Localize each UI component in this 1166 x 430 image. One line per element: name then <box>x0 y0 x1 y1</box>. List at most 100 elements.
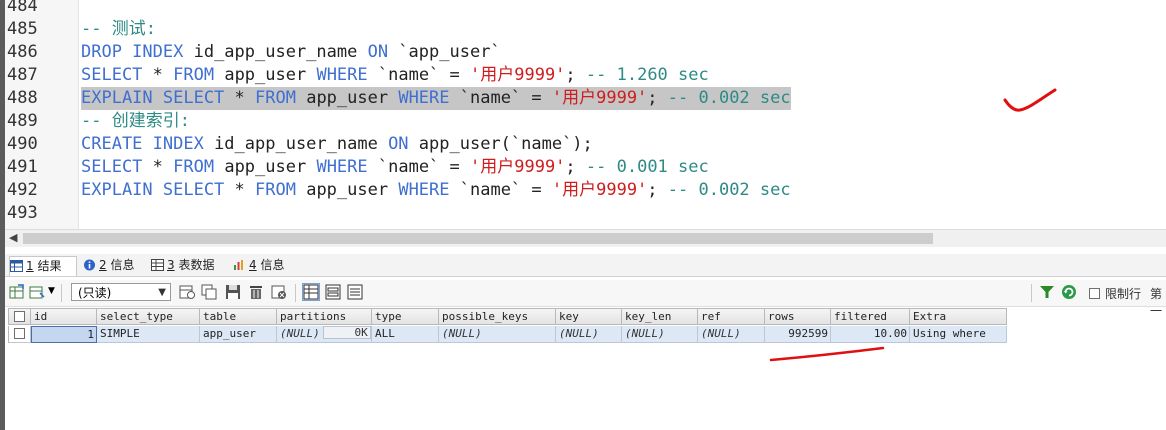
column-header-table[interactable]: table <box>200 308 277 325</box>
table-row[interactable]: 1 SIMPLE app_user (NULL) 0K ALL (NULL) (N… <box>8 326 1008 343</box>
column-header-select-type[interactable]: select_type <box>97 308 200 325</box>
code-token: id_app_user_name <box>203 134 389 154</box>
column-header-rows[interactable]: rows <box>765 308 831 325</box>
code-line[interactable]: 492 EXPLAIN SELECT * FROM app_user WHERE … <box>5 179 1166 202</box>
tab-info-stats[interactable]: 4 信息 <box>233 256 295 275</box>
column-header-partitions[interactable]: partitions <box>277 308 372 325</box>
code-token: WHERE <box>316 157 368 177</box>
grid-view-icon[interactable] <box>302 283 320 301</box>
line-number: 489 <box>7 111 38 131</box>
code-token: FROM <box>173 65 215 85</box>
code-token: WHERE <box>316 65 368 85</box>
column-header-key[interactable]: key <box>556 308 622 325</box>
cell-possible-keys[interactable]: (NULL) <box>439 326 556 343</box>
code-token: `name` = <box>367 157 470 177</box>
cell-extra[interactable]: Using where <box>910 326 1007 343</box>
line-number: 491 <box>7 157 38 177</box>
code-text: DROP INDEX id_app_user_name ON `app_user… <box>81 41 501 64</box>
tab-info[interactable]: 2 信息 <box>83 256 145 275</box>
grid-icon <box>10 260 23 272</box>
code-token: FROM <box>173 157 215 177</box>
column-header-filtered[interactable]: filtered <box>831 308 910 325</box>
toolbar-separator <box>1031 284 1032 302</box>
code-token: app_user <box>295 180 399 200</box>
blob-size-box[interactable]: 0K <box>322 326 371 339</box>
export-grid-icon[interactable] <box>9 284 25 300</box>
save-icon[interactable] <box>225 284 241 300</box>
code-token: `app_user` <box>388 42 501 62</box>
cell-key-len[interactable]: (NULL) <box>622 326 698 343</box>
limit-rows-label: 限制行 <box>1105 287 1142 301</box>
code-line[interactable]: 493 <box>5 202 1166 225</box>
code-token: DROP INDEX <box>81 42 184 62</box>
select-all-cell[interactable] <box>8 308 31 325</box>
code-token: * <box>142 65 174 85</box>
code-text: SELECT * FROM app_user WHERE `name` = '用… <box>81 64 709 87</box>
first-row-label: 第一 <box>1150 287 1163 318</box>
delete-trash-icon[interactable] <box>248 284 264 300</box>
code-token: * <box>224 180 256 200</box>
import-grid-icon[interactable] <box>29 284 45 300</box>
cell-ref[interactable]: (NULL) <box>698 326 765 343</box>
code-token: FROM <box>255 88 296 108</box>
limit-rows-checkbox[interactable] <box>1089 288 1100 299</box>
editor-horizontal-scrollbar[interactable]: ◀ <box>5 229 1166 247</box>
code-line[interactable]: 491 SELECT * FROM app_user WHERE `name` =… <box>5 156 1166 179</box>
code-token: id_app_user_name <box>183 42 368 62</box>
code-token: -- 0.001 sec <box>585 157 709 177</box>
line-number: 488 <box>7 88 38 108</box>
code-token: FROM <box>255 180 296 200</box>
line-number: 486 <box>7 42 38 62</box>
cell-table[interactable]: app_user <box>200 326 277 343</box>
code-line[interactable]: 486 DROP INDEX id_app_user_name ON `app_u… <box>5 41 1166 64</box>
add-row-icon[interactable] <box>179 284 195 300</box>
scrollbar-thumb[interactable] <box>23 233 933 244</box>
column-header-ref[interactable]: ref <box>698 308 765 325</box>
code-token: SELECT <box>81 157 143 177</box>
code-token: '用户9999' <box>470 65 566 85</box>
row-select-cell[interactable] <box>8 326 31 343</box>
code-token: `name` = <box>367 65 470 85</box>
cell-filtered[interactable]: 10.00 <box>831 326 910 343</box>
code-line[interactable]: 487 SELECT * FROM app_user WHERE `name` =… <box>5 64 1166 87</box>
code-token: '用户9999' <box>470 157 566 177</box>
cell-type[interactable]: ALL <box>372 326 439 343</box>
tab-result[interactable]: 1 结果 <box>9 256 77 276</box>
cell-id[interactable]: 1 <box>31 326 97 343</box>
column-header-key-len[interactable]: key_len <box>622 308 698 325</box>
duplicate-row-icon[interactable] <box>201 284 217 300</box>
select-all-checkbox[interactable] <box>14 311 25 322</box>
code-token: `name` = <box>449 180 552 200</box>
code-token: EXPLAIN SELECT <box>81 88 225 108</box>
readonly-mode-select[interactable]: (只读) ▼ <box>71 283 171 301</box>
column-header-extra[interactable]: Extra <box>910 308 1007 325</box>
sql-editor[interactable]: 484 485 -- 测试: 486 DROP INDEX id_app_user_na… <box>5 0 1166 229</box>
cell-select-type[interactable]: SIMPLE <box>97 326 200 343</box>
cell-rows[interactable]: 992599 <box>765 326 831 343</box>
text-view-icon[interactable] <box>347 284 363 300</box>
column-header-id[interactable]: id <box>31 308 97 325</box>
column-header-type[interactable]: type <box>372 308 439 325</box>
code-token: ON <box>367 42 389 62</box>
code-line[interactable]: 485 -- 测试: <box>5 18 1166 41</box>
line-number: 490 <box>7 134 38 154</box>
code-line[interactable]: 484 <box>5 0 1166 18</box>
code-token: WHERE <box>398 88 450 108</box>
scroll-left-arrow-icon[interactable]: ◀ <box>9 231 17 244</box>
cell-key[interactable]: (NULL) <box>556 326 622 343</box>
code-text: -- 创建索引: <box>81 110 190 133</box>
tab-table-data[interactable]: 3 表数据 <box>151 256 227 275</box>
chevron-down-icon[interactable]: ▼ <box>48 286 55 296</box>
clear-grid-icon[interactable] <box>271 284 287 300</box>
refresh-icon[interactable] <box>1061 284 1077 300</box>
code-token: SELECT <box>81 65 143 85</box>
info-stats-icon <box>234 260 243 270</box>
code-line[interactable]: 488 EXPLAIN SELECT * FROM app_user WHERE … <box>5 87 1166 110</box>
column-header-possible-keys[interactable]: possible_keys <box>439 308 556 325</box>
filter-icon[interactable] <box>1039 284 1055 300</box>
code-line[interactable]: 490 CREATE INDEX id_app_user_name ON app_… <box>5 133 1166 156</box>
code-line[interactable]: 489 -- 创建索引: <box>5 110 1166 133</box>
row-checkbox[interactable] <box>14 328 25 339</box>
cell-partitions[interactable]: (NULL) 0K <box>277 326 372 343</box>
form-view-icon[interactable] <box>325 284 341 300</box>
